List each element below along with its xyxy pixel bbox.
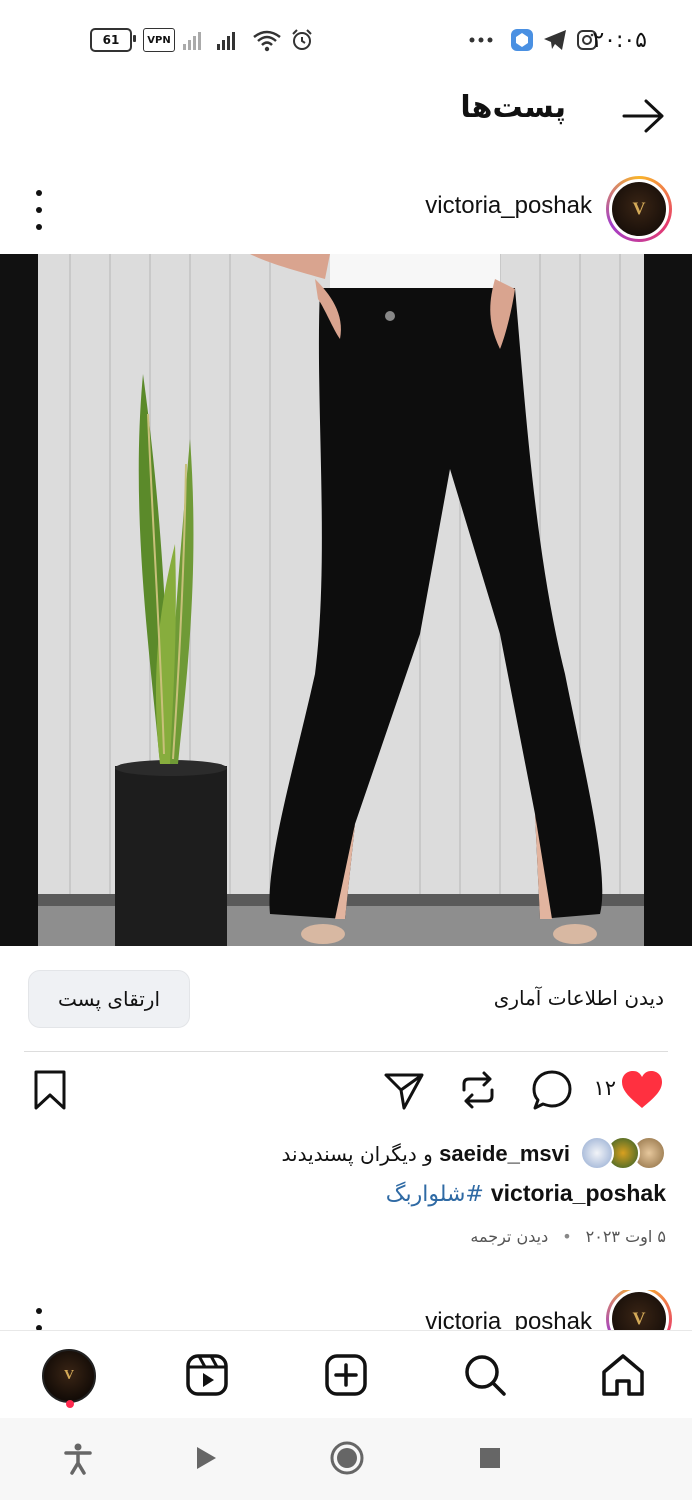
battery-level: 61 — [102, 33, 120, 47]
more-options-icon[interactable] — [28, 1308, 50, 1330]
reels-icon[interactable] — [183, 1351, 231, 1399]
search-icon[interactable] — [461, 1351, 509, 1399]
post-meta: ۵ اوت ۲۰۲۳ • دیدن ترجمه — [470, 1222, 666, 1250]
share-icon[interactable] — [382, 1068, 426, 1112]
next-post-username[interactable]: victoria_poshak — [425, 1308, 592, 1330]
post-caption: victoria_poshak #شلواربگ — [386, 1180, 666, 1214]
more-options-icon[interactable] — [28, 190, 50, 230]
repost-icon[interactable] — [456, 1068, 500, 1112]
see-translation-link[interactable]: دیدن ترجمه — [470, 1227, 548, 1246]
likes-count[interactable]: ۱۲ — [593, 1076, 616, 1100]
telegram-icon — [543, 28, 567, 52]
bottom-nav: V — [0, 1330, 692, 1418]
signal-icon — [183, 28, 201, 52]
home-button-icon[interactable] — [329, 1440, 365, 1476]
status-bar: 61 VPN ۲۰:۰۵ — [0, 0, 692, 80]
create-post-icon[interactable] — [322, 1351, 370, 1399]
view-insights-link[interactable]: دیدن اطلاعات آماری — [494, 986, 664, 1010]
back-arrow-icon[interactable] — [622, 96, 666, 136]
top-header: پست‌ها — [0, 80, 692, 160]
avatar[interactable]: V — [606, 1290, 672, 1330]
avatar-monogram: V — [632, 198, 646, 219]
vpn-indicator: VPN — [143, 28, 175, 52]
liked-by-row[interactable]: saeide_msvi و دیگران پسندیدند — [282, 1134, 666, 1174]
separator-dot: • — [562, 1226, 572, 1246]
caption-username[interactable]: victoria_poshak — [491, 1180, 666, 1206]
alarm-icon — [290, 28, 314, 52]
post-username[interactable]: victoria_poshak — [425, 192, 592, 220]
avatar-monogram: V — [632, 1308, 646, 1329]
profile-tab[interactable]: V — [42, 1349, 96, 1403]
home-icon[interactable] — [599, 1351, 647, 1399]
post-image[interactable] — [0, 254, 692, 946]
system-nav-bar — [0, 1418, 692, 1500]
post-header: victoria_poshak V — [0, 170, 692, 248]
wifi-icon — [252, 28, 282, 52]
accessibility-icon[interactable] — [60, 1440, 96, 1476]
clock: ۲۰:۰۵ — [592, 27, 647, 53]
recents-icon[interactable] — [472, 1440, 508, 1476]
liked-by-suffix: و دیگران پسندیدند — [281, 1142, 433, 1166]
battery-indicator: 61 — [90, 28, 136, 52]
avatar[interactable]: V — [606, 176, 672, 242]
notification-dot — [66, 1400, 74, 1408]
post-date: ۵ اوت ۲۰۲۳ — [585, 1226, 666, 1246]
bookmark-icon[interactable] — [28, 1068, 72, 1112]
play-icon[interactable] — [188, 1440, 224, 1476]
profile-monogram: V — [63, 1368, 75, 1383]
app-icon — [510, 28, 534, 52]
more-dots-icon — [468, 28, 494, 52]
next-post-header: victoria_poshak V — [0, 1290, 692, 1330]
divider — [24, 1051, 668, 1052]
liked-by-user[interactable]: saeide_msvi — [439, 1141, 570, 1166]
liked-by-text: saeide_msvi و دیگران پسندیدند — [282, 1141, 570, 1167]
avatar — [580, 1136, 614, 1170]
caption-hashtag[interactable]: #شلواربگ — [386, 1182, 484, 1207]
action-bar: ۱۲ — [0, 1060, 692, 1124]
boost-post-button[interactable]: ارتقای پست — [28, 970, 190, 1028]
page-title: پست‌ها — [460, 90, 566, 125]
comment-icon[interactable] — [530, 1068, 574, 1112]
stats-row: ارتقای پست دیدن اطلاعات آماری — [0, 968, 692, 1028]
signal-icon — [217, 28, 235, 52]
heart-icon[interactable] — [620, 1068, 664, 1112]
liked-by-avatars — [580, 1136, 666, 1172]
